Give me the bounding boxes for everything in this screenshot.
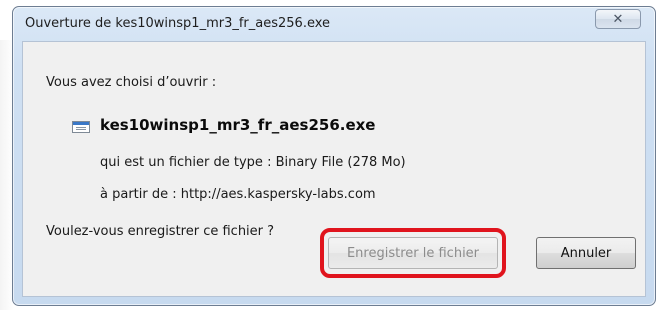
save-question: Voulez-vous enregistrer ce fichier ?: [46, 224, 275, 239]
dialog-heading: Vous avez choisi d’ouvrir :: [46, 75, 217, 90]
file-window-icon: [72, 121, 90, 133]
cancel-button[interactable]: Annuler: [536, 237, 636, 269]
file-type-line: qui est un fichier de type : Binary File…: [100, 155, 406, 170]
file-source-line: à partir de : http://aes.kaspersky-labs.…: [100, 187, 376, 202]
file-name: kes10winsp1_mr3_fr_aes256.exe: [100, 116, 376, 134]
highlight-annotation: [320, 228, 506, 278]
close-button[interactable]: ✕: [595, 9, 641, 29]
close-icon: ✕: [612, 11, 624, 27]
window-title: Ouverture de kes10winsp1_mr3_fr_aes256.e…: [25, 16, 331, 31]
title-bar[interactable]: Ouverture de kes10winsp1_mr3_fr_aes256.e…: [13, 7, 655, 41]
